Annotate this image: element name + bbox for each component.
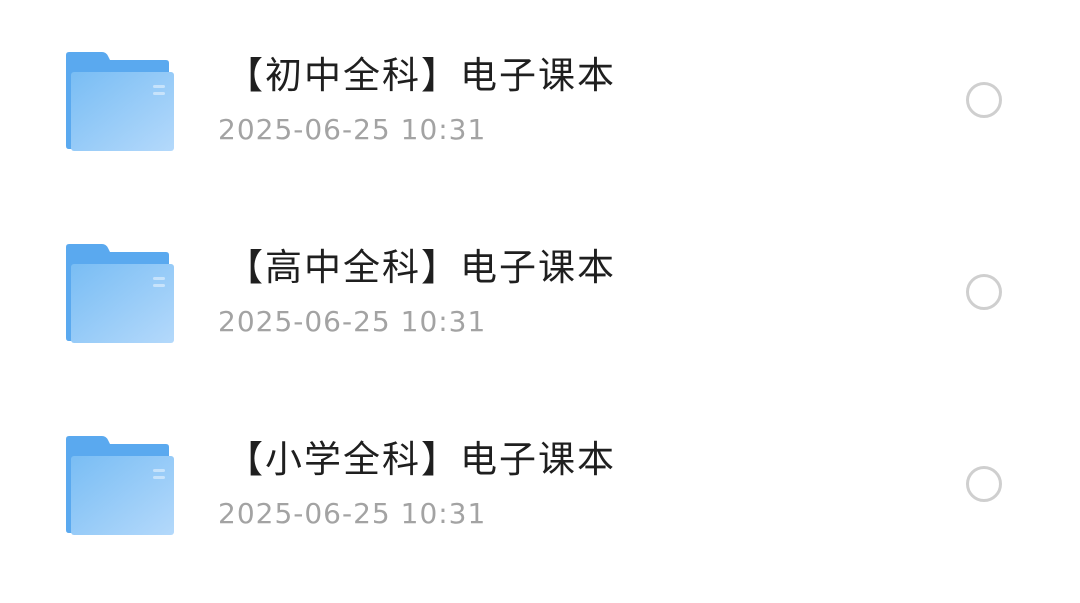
select-radio[interactable]	[966, 274, 1002, 310]
select-radio[interactable]	[966, 82, 1002, 118]
file-list: 【初中全科】电子课本 2025-06-25 10:31 【高中全科】电子课本 2…	[0, 0, 1080, 603]
file-row-primary[interactable]: 【小学全科】电子课本 2025-06-25 10:31	[0, 384, 1080, 576]
file-name: 【初中全科】电子课本	[226, 54, 616, 97]
folder-icon	[66, 50, 174, 151]
file-date: 2025-06-25 10:31	[218, 305, 487, 338]
folder-icon	[66, 434, 174, 535]
file-date: 2025-06-25 10:31	[218, 497, 487, 530]
file-row-senior-high[interactable]: 【高中全科】电子课本 2025-06-25 10:31	[0, 192, 1080, 384]
file-name: 【高中全科】电子课本	[226, 246, 616, 289]
file-name: 【小学全科】电子课本	[226, 438, 616, 481]
file-date: 2025-06-25 10:31	[218, 113, 487, 146]
folder-icon	[66, 242, 174, 343]
select-radio[interactable]	[966, 466, 1002, 502]
file-row-junior-high[interactable]: 【初中全科】电子课本 2025-06-25 10:31	[0, 0, 1080, 192]
